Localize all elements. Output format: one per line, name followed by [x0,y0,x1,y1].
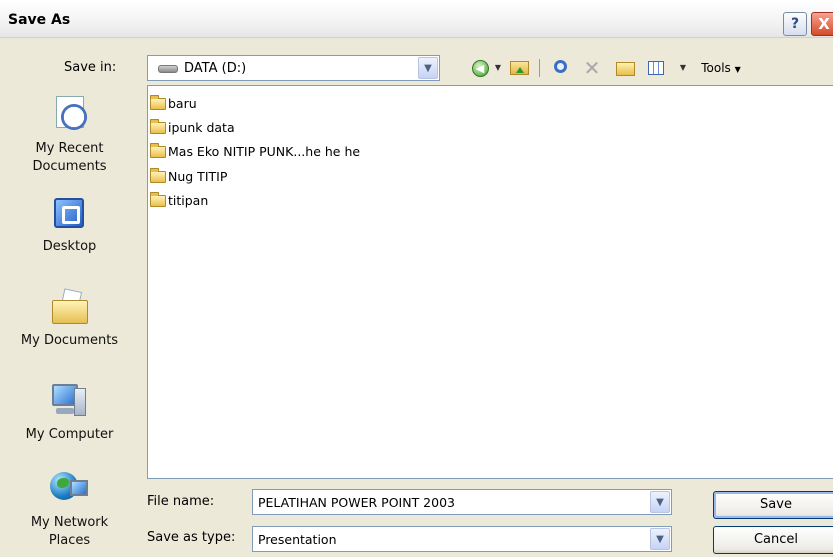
delete-button[interactable]: ✕ [582,57,602,79]
place-my-recent-documents[interactable]: My Recent Documents [0,94,139,176]
folder-icon [150,119,166,134]
tools-label: Tools [701,61,731,75]
new-folder-button[interactable] [614,57,636,79]
my-documents-icon [50,288,90,326]
views-icon [648,61,664,75]
list-item[interactable]: baru [150,95,197,113]
search-web-button[interactable] [549,57,571,79]
views-button[interactable] [647,57,665,79]
save-as-type-label: Save as type: [147,530,236,545]
place-label: Documents [32,159,107,174]
folder-icon [150,192,166,207]
list-item[interactable]: ipunk data [150,119,235,137]
place-label: My Documents [20,333,119,348]
recent-documents-icon [52,94,88,134]
my-computer-icon [50,380,90,420]
place-label: Desktop [42,239,97,254]
place-my-network-places[interactable]: My Network Places [0,468,139,550]
file-name: ipunk data [168,120,235,135]
file-name-value: PELATIHAN POWER POINT 2003 [258,495,455,510]
toolbar-separator [539,59,540,77]
list-item[interactable]: Mas Eko NITIP PUNK...he he he [150,143,360,161]
views-dropdown[interactable]: ▼ [678,57,688,79]
place-label: My Network [30,515,109,530]
place-desktop[interactable]: Desktop [0,196,139,256]
chevron-down-icon[interactable]: ▼ [650,491,670,513]
folder-up-icon [509,61,529,75]
save-in-dropdown[interactable]: DATA (D:) ▼ [147,55,440,81]
place-label: Places [48,533,91,548]
back-button[interactable]: ◀ [470,57,490,79]
chevron-down-icon[interactable]: ▼ [418,57,438,79]
save-in-label: Save in: [64,60,117,75]
folder-icon [150,168,166,183]
drive-icon [158,65,178,73]
file-name: Nug TITIP [168,169,228,184]
list-item[interactable]: titipan [150,192,208,210]
file-name: baru [168,96,197,111]
file-name: titipan [168,193,209,208]
file-name-field[interactable]: PELATIHAN POWER POINT 2003 ▼ [252,489,672,515]
delete-x-icon: ✕ [583,56,601,80]
file-name-label: File name: [147,494,215,509]
network-places-icon [49,468,90,508]
help-button[interactable]: ? [783,12,807,36]
chevron-down-icon[interactable]: ▼ [650,528,670,550]
folder-icon [150,95,166,110]
place-my-documents[interactable]: My Documents [0,288,139,350]
place-label: My Computer [25,427,114,442]
tools-menu[interactable]: Tools ▼ [695,57,747,79]
close-button[interactable]: X [811,12,833,36]
new-folder-icon [615,62,635,76]
window-title: Save As [8,12,71,28]
up-one-level-button[interactable] [508,57,530,79]
magnifier-icon [553,60,567,73]
save-as-type-value: Presentation [258,532,337,547]
save-in-value: DATA (D:) [184,61,247,76]
file-name: Mas Eko NITIP PUNK...he he he [168,144,361,159]
file-list[interactable]: baru ipunk data Mas Eko NITIP PUNK...he … [147,85,833,479]
desktop-icon [52,196,88,232]
folder-icon [150,143,166,158]
title-bar: Save As ? X [0,0,833,38]
cancel-button[interactable]: Cancel [713,526,833,554]
list-item[interactable]: Nug TITIP [150,168,227,186]
places-bar: My Recent Documents Desktop My Documents… [0,84,139,557]
place-my-computer[interactable]: My Computer [0,380,139,444]
save-as-type-select[interactable]: Presentation ▼ [252,526,672,552]
place-label: My Recent [35,141,104,156]
back-history-dropdown[interactable]: ▼ [493,57,503,79]
save-button[interactable]: Save [713,491,833,519]
chevron-down-icon: ▼ [734,65,741,74]
back-arrow-icon: ◀ [471,60,489,77]
